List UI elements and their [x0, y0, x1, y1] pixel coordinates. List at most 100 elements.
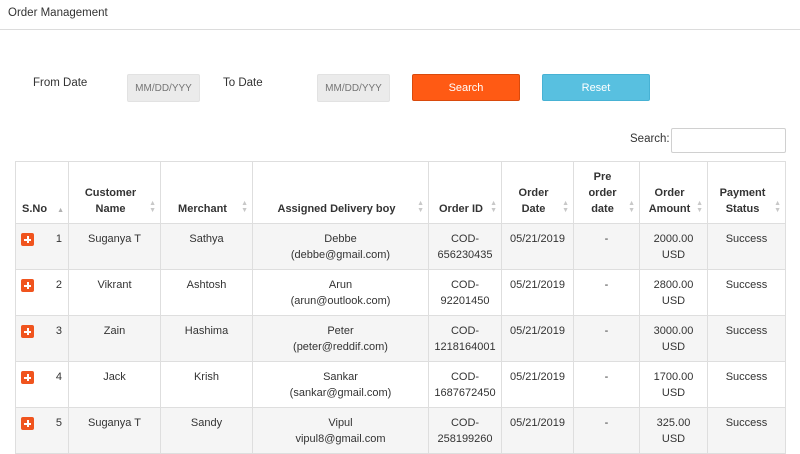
merchant-cell: Krish: [160, 361, 253, 408]
column-header-text: S.No: [22, 203, 48, 215]
order-id-number: 656230435: [437, 249, 493, 261]
column-header-customer-name[interactable]: Customer Name ▲ ▼: [68, 161, 161, 224]
plus-square-icon[interactable]: [21, 371, 34, 384]
order-id-prefix: COD-: [450, 279, 480, 291]
order-id-prefix: COD-: [450, 371, 480, 383]
pre-order-date-cell: -: [573, 407, 640, 454]
order-id-number: 1687672450: [434, 387, 496, 399]
search-button[interactable]: Search: [412, 74, 520, 101]
page-header: Order Management: [0, 0, 800, 30]
order-id-cell: COD- 656230435: [428, 223, 502, 270]
amount-currency: USD: [661, 249, 686, 261]
sno-value: 1: [55, 233, 62, 245]
sort-arrows-icon: ▲ ▼: [562, 200, 569, 214]
to-date-input[interactable]: [317, 74, 390, 102]
order-id-cell: COD- 1687672450: [428, 361, 502, 408]
column-header-delivery-boy[interactable]: Assigned Delivery boy ▲ ▼: [252, 161, 429, 224]
table-row: 5 Suganya T Sandy Vipul vipul8@gmail.com …: [15, 407, 786, 454]
sort-arrows-icon: ▲ ▼: [628, 200, 635, 214]
merchant-cell: Sathya: [160, 223, 253, 270]
reset-button[interactable]: Reset: [542, 74, 650, 101]
plus-square-icon[interactable]: [21, 325, 34, 338]
column-header-text: Order: [654, 187, 685, 199]
column-header-text: order: [588, 187, 617, 199]
table-search-input[interactable]: [671, 128, 786, 153]
delivery-boy-cell: Vipul vipul8@gmail.com: [252, 407, 429, 454]
amount-currency: USD: [661, 387, 686, 399]
order-amount-cell: 3000.00 USD: [639, 315, 708, 362]
sort-arrows-icon: ▲ ▼: [241, 200, 248, 214]
payment-status-cell: Success: [707, 223, 786, 270]
order-id-number: 1218164001: [434, 341, 496, 353]
payment-status-cell: Success: [707, 407, 786, 454]
order-date-cell: 05/21/2019: [501, 269, 574, 316]
column-header-order-date[interactable]: Order Date ▲ ▼: [501, 161, 574, 224]
delivery-boy-cell: Debbe (debbe@gmail.com): [252, 223, 429, 270]
sno-value: 5: [55, 417, 62, 429]
customer-cell: Jack: [68, 361, 161, 408]
from-date-label: From Date: [33, 77, 88, 89]
column-header-sno[interactable]: S.No ▲: [15, 161, 69, 224]
delivery-boy-name: Peter: [327, 325, 354, 337]
table-row: 4 Jack Krish Sankar (sankar@gmail.com) CO…: [15, 361, 786, 408]
sort-arrows-icon: ▲ ▼: [696, 200, 703, 214]
delivery-boy-email: (sankar@gmail.com): [289, 387, 392, 399]
sort-arrows-icon: ▲ ▼: [417, 200, 424, 214]
column-header-text: Payment: [719, 187, 766, 199]
sno-cell: 2: [15, 269, 69, 316]
order-id-cell: COD- 92201450: [428, 269, 502, 316]
table-search-label: Search:: [630, 133, 670, 145]
from-date-input[interactable]: [127, 74, 200, 102]
payment-status-cell: Success: [707, 315, 786, 362]
payment-status-cell: Success: [707, 361, 786, 408]
column-header-text: Customer: [84, 187, 137, 199]
plus-square-icon[interactable]: [21, 279, 34, 292]
amount-value: 3000.00: [653, 325, 694, 337]
sno-cell: 3: [15, 315, 69, 362]
order-id-number: 92201450: [440, 295, 490, 307]
plus-square-icon[interactable]: [21, 233, 34, 246]
column-header-pre-order-date[interactable]: Pre order date ▲ ▼: [573, 161, 640, 224]
order-date-cell: 05/21/2019: [501, 315, 574, 362]
page-title: Order Management: [8, 7, 108, 19]
pre-order-date-cell: -: [573, 315, 640, 362]
delivery-boy-email: (arun@outlook.com): [290, 295, 391, 307]
payment-status-cell: Success: [707, 269, 786, 316]
order-amount-cell: 2000.00 USD: [639, 223, 708, 270]
sno-value: 4: [55, 371, 62, 383]
customer-cell: Vikrant: [68, 269, 161, 316]
order-id-prefix: COD-: [450, 233, 480, 245]
order-amount-cell: 2800.00 USD: [639, 269, 708, 316]
column-header-text: Assigned Delivery boy: [277, 203, 396, 215]
order-date-cell: 05/21/2019: [501, 407, 574, 454]
sno-cell: 4: [15, 361, 69, 408]
sno-value: 3: [55, 325, 62, 337]
plus-square-icon[interactable]: [21, 417, 34, 430]
column-header-order-amount[interactable]: Order Amount ▲ ▼: [639, 161, 708, 224]
table-header-row: S.No ▲ Customer Name ▲ ▼ Merchant ▲ ▼ Assi…: [15, 161, 786, 224]
column-header-order-id[interactable]: Order ID ▲ ▼: [428, 161, 502, 224]
customer-cell: Suganya T: [68, 223, 161, 270]
merchant-cell: Hashima: [160, 315, 253, 362]
delivery-boy-name: Vipul: [328, 417, 353, 429]
table-row: 1 Suganya T Sathya Debbe (debbe@gmail.com…: [15, 223, 786, 270]
delivery-boy-name: Debbe: [324, 233, 357, 245]
delivery-boy-name: Arun: [328, 279, 353, 291]
sort-arrows-icon: ▲ ▼: [149, 200, 156, 214]
order-id-cell: COD- 258199260: [428, 407, 502, 454]
column-header-payment-status[interactable]: Payment Status ▲ ▼: [707, 161, 786, 224]
order-amount-cell: 1700.00 USD: [639, 361, 708, 408]
customer-cell: Zain: [68, 315, 161, 362]
table-row: 2 Vikrant Ashtosh Arun (arun@outlook.com)…: [15, 269, 786, 316]
sort-arrows-icon: ▲ ▼: [490, 200, 497, 214]
sno-cell: 5: [15, 407, 69, 454]
delivery-boy-email: (debbe@gmail.com): [290, 249, 391, 261]
column-header-text: Pre: [593, 171, 612, 183]
column-header-text: date: [591, 203, 614, 215]
sno-value: 2: [55, 279, 62, 291]
delivery-boy-cell: Arun (arun@outlook.com): [252, 269, 429, 316]
merchant-cell: Sandy: [160, 407, 253, 454]
order-id-number: 258199260: [437, 433, 493, 445]
date-filter-bar: From Date To Date Search Reset: [0, 70, 800, 106]
column-header-merchant[interactable]: Merchant ▲ ▼: [160, 161, 253, 224]
